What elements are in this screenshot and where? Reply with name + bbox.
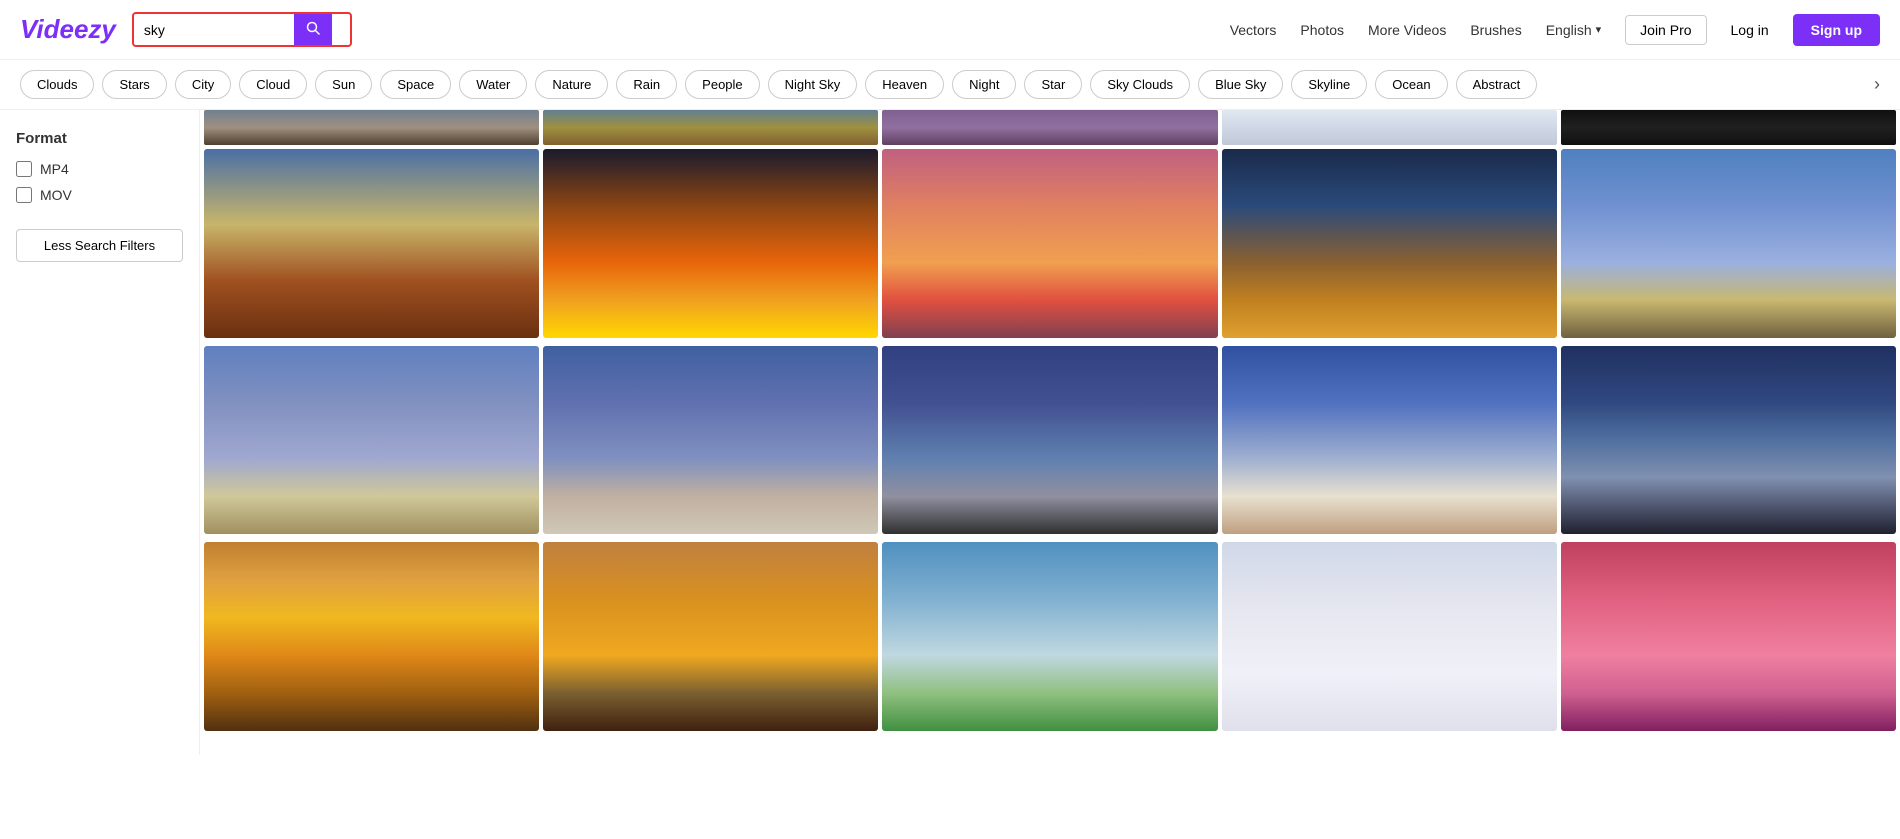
tag-clouds[interactable]: Clouds [20, 70, 94, 99]
grid-row-2 [200, 342, 1900, 539]
mov-filter[interactable]: MOV [16, 187, 183, 203]
nav-vectors[interactable]: Vectors [1230, 22, 1277, 38]
tag-people[interactable]: People [685, 70, 759, 99]
tag-abstract[interactable]: Abstract [1456, 70, 1538, 99]
thumbnail[interactable] [543, 346, 878, 535]
thumbnail[interactable] [204, 149, 539, 338]
tag-night[interactable]: Night [952, 70, 1016, 99]
search-bar [132, 12, 352, 47]
thumb-partial-2[interactable] [543, 110, 878, 145]
thumbnail[interactable] [204, 542, 539, 731]
thumbnail[interactable] [882, 542, 1217, 731]
search-button[interactable] [294, 14, 332, 45]
login-button[interactable]: Log in [1731, 22, 1769, 38]
nav-photos[interactable]: Photos [1300, 22, 1344, 38]
tag-rain[interactable]: Rain [616, 70, 677, 99]
mp4-checkbox[interactable] [16, 161, 32, 177]
search-input[interactable] [134, 16, 294, 44]
format-label: Format [16, 130, 183, 147]
thumbnail[interactable] [1222, 346, 1557, 535]
nav-brushes[interactable]: Brushes [1470, 22, 1521, 38]
thumbnail[interactable] [1222, 542, 1557, 731]
tags-bar: Clouds Stars City Cloud Sun Space Water Nature R… [0, 60, 1900, 110]
thumbnail[interactable] [882, 149, 1217, 338]
partial-top-row [200, 110, 1900, 145]
tag-city[interactable]: City [175, 70, 231, 99]
search-icon [306, 21, 320, 35]
mov-label: MOV [40, 187, 72, 203]
signup-button[interactable]: Sign up [1793, 14, 1880, 46]
content-grid [200, 110, 1900, 755]
sidebar: Format MP4 MOV Less Search Filters [0, 110, 200, 755]
main-layout: Format MP4 MOV Less Search Filters [0, 110, 1900, 755]
thumbnail[interactable] [204, 346, 539, 535]
mp4-label: MP4 [40, 161, 69, 177]
header: Videezy Vectors Photos More Videos Brush… [0, 0, 1900, 60]
language-selector[interactable]: English [1546, 22, 1601, 38]
tag-sky-clouds[interactable]: Sky Clouds [1090, 70, 1190, 99]
tag-nature[interactable]: Nature [535, 70, 608, 99]
thumbnail[interactable] [882, 346, 1217, 535]
mov-checkbox[interactable] [16, 187, 32, 203]
nav-links: Vectors Photos More Videos Brushes Engli… [1230, 14, 1880, 46]
tag-star[interactable]: Star [1024, 70, 1082, 99]
tag-ocean[interactable]: Ocean [1375, 70, 1447, 99]
tag-blue-sky[interactable]: Blue Sky [1198, 70, 1283, 99]
tag-heaven[interactable]: Heaven [865, 70, 944, 99]
grid-row-1 [200, 145, 1900, 342]
thumb-partial-5[interactable] [1561, 110, 1896, 145]
thumbnail[interactable] [1561, 149, 1896, 338]
tag-stars[interactable]: Stars [102, 70, 166, 99]
less-filters-button[interactable]: Less Search Filters [16, 229, 183, 262]
grid-row-3 [200, 538, 1900, 735]
tag-cloud[interactable]: Cloud [239, 70, 307, 99]
thumbnail[interactable] [1561, 346, 1896, 535]
mp4-filter[interactable]: MP4 [16, 161, 183, 177]
tag-skyline[interactable]: Skyline [1291, 70, 1367, 99]
tag-sun[interactable]: Sun [315, 70, 372, 99]
thumb-partial-4[interactable] [1222, 110, 1557, 145]
thumbnail[interactable] [543, 149, 878, 338]
tag-space[interactable]: Space [380, 70, 451, 99]
thumbnail[interactable] [1561, 542, 1896, 731]
thumb-partial-1[interactable] [204, 110, 539, 145]
logo[interactable]: Videezy [20, 14, 116, 45]
tag-night-sky[interactable]: Night Sky [768, 70, 858, 99]
thumbnail[interactable] [1222, 149, 1557, 338]
nav-more-videos[interactable]: More Videos [1368, 22, 1446, 38]
thumb-partial-3[interactable] [882, 110, 1217, 145]
tags-scroll-right[interactable]: › [1874, 74, 1880, 95]
join-pro-button[interactable]: Join Pro [1625, 15, 1706, 45]
tag-water[interactable]: Water [459, 70, 527, 99]
thumbnail[interactable] [543, 542, 878, 731]
